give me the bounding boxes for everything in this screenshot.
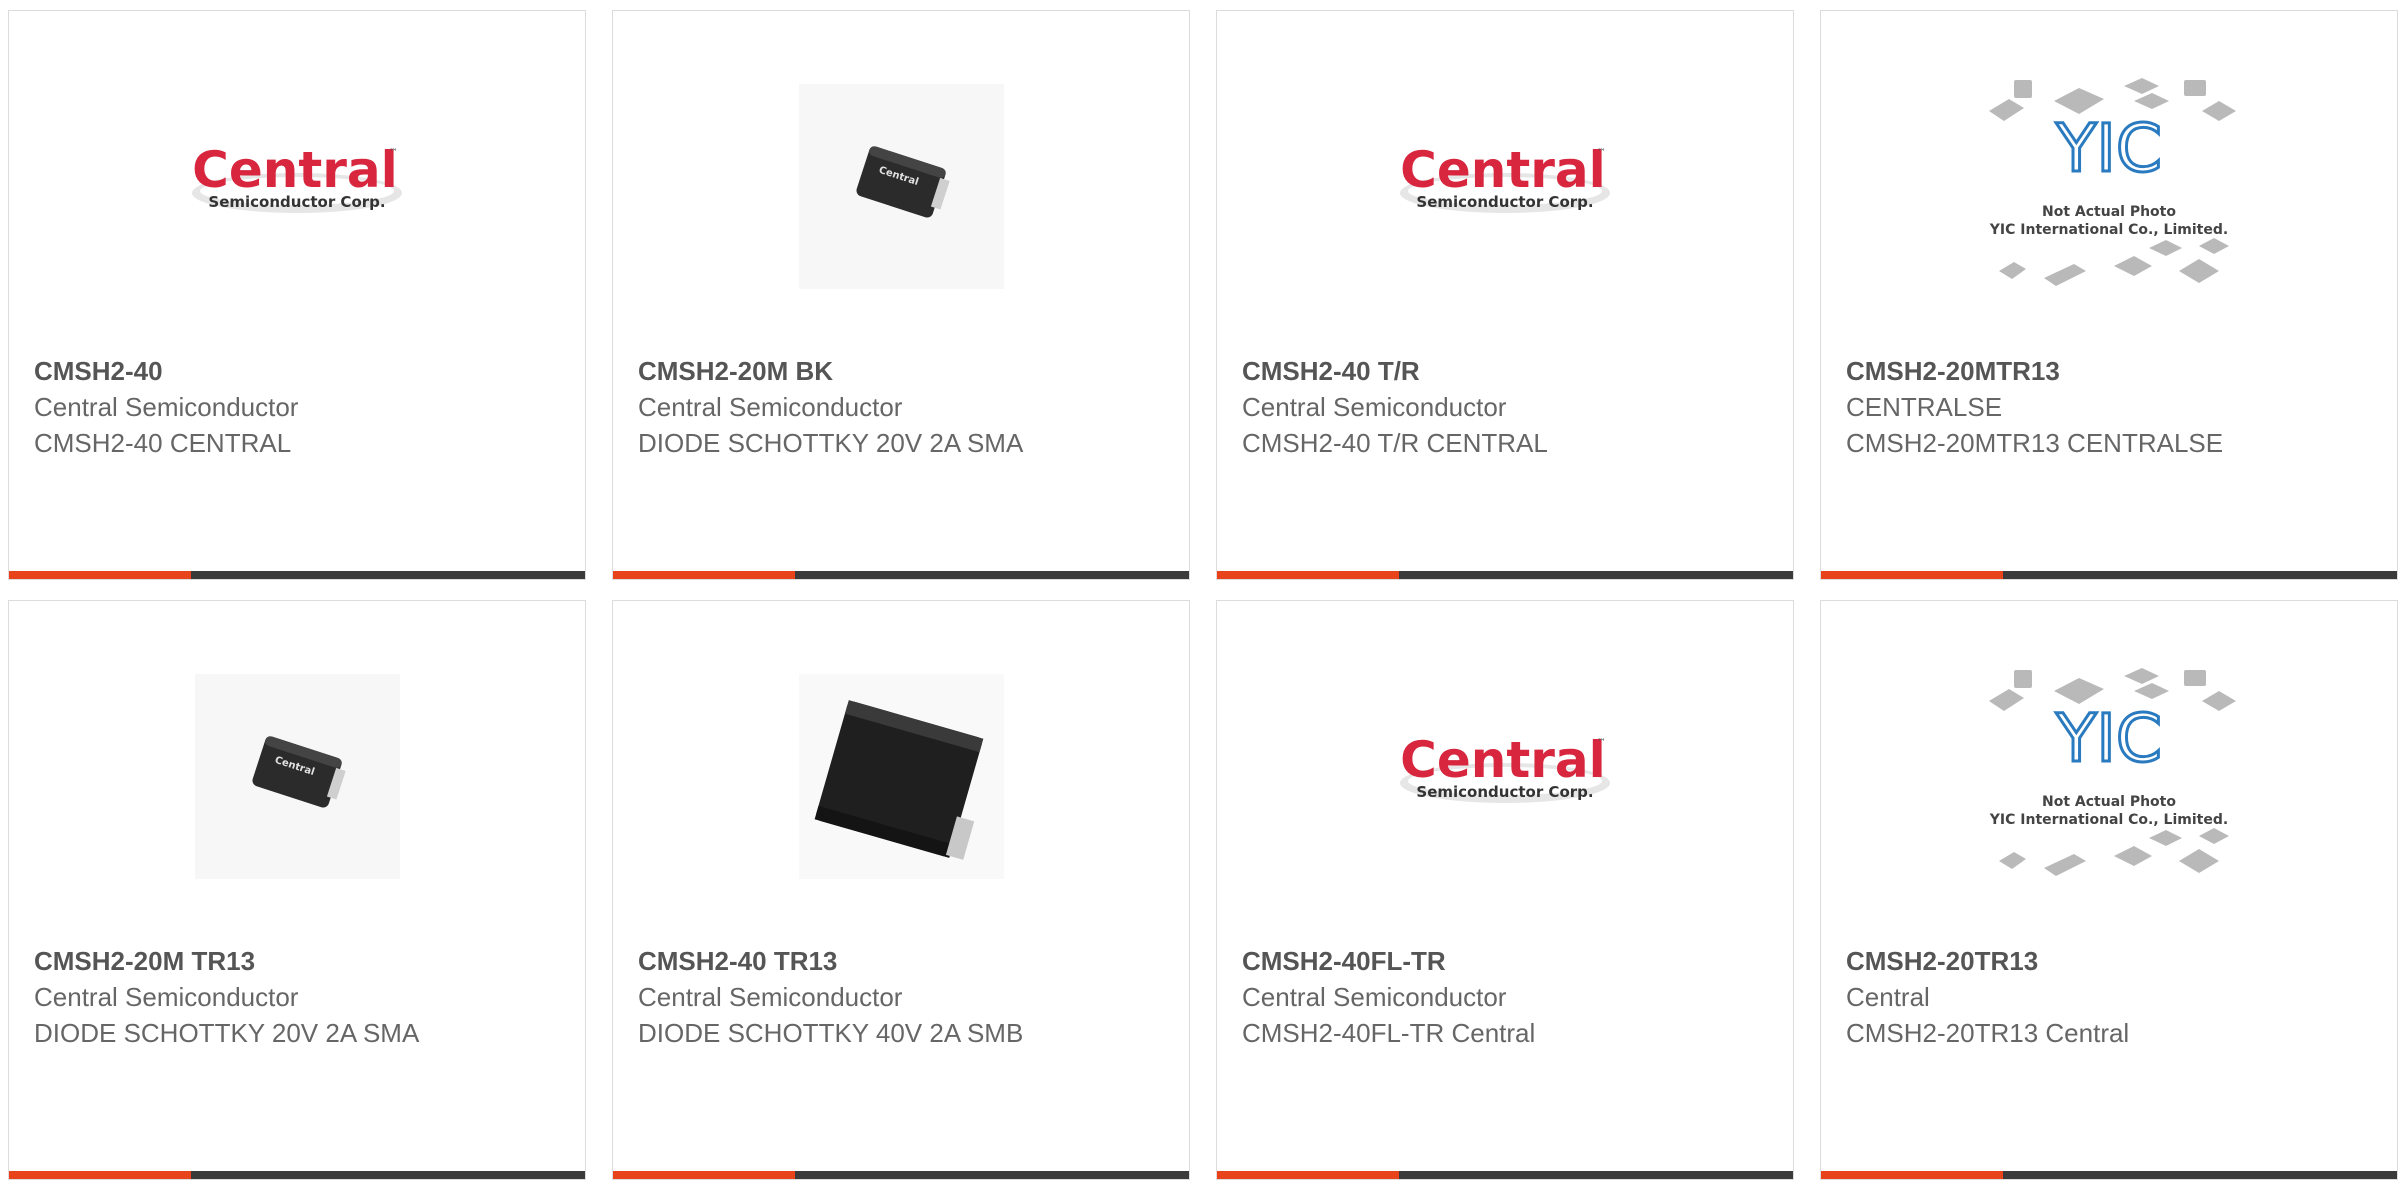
svg-text:Not Actual Photo: Not Actual Photo [2042, 204, 2176, 220]
card-accent-bar [9, 571, 191, 579]
product-grid: Central ™ Semiconductor Corp. CMSH2-40 Ce… [0, 0, 2400, 1180]
manufacturer: Central Semiconductor [34, 392, 299, 422]
card-accent-bar [9, 1171, 191, 1179]
logo-brand-text: Central [192, 141, 398, 199]
description: CMSH2-20MTR13 CENTRALSE [1846, 428, 2224, 458]
central-logo-image: Central ™ Semiconductor Corp. [1400, 731, 1610, 803]
card-bottom-bar [1821, 571, 2397, 579]
product-info: CMSH2-40 TR13 Central Semiconductor DIODE … [638, 943, 1169, 1051]
product-info: CMSH2-20M TR13 Central Semiconductor DIODE… [34, 943, 565, 1051]
card-bottom-bar [9, 571, 585, 579]
logo-sub-text: Semiconductor Corp. [1416, 783, 1593, 801]
product-info: CMSH2-40 T/R Central Semiconductor CMSH2-4… [1242, 353, 1773, 461]
svg-text:™: ™ [389, 148, 398, 158]
svg-text:YIC International Co., Limited: YIC International Co., Limited. [1989, 812, 2228, 828]
product-info: CMSH2-40FL-TR Central Semiconductor CMSH2-… [1242, 943, 1773, 1051]
part-number[interactable]: CMSH2-40FL-TR [1242, 943, 1773, 979]
card-bottom-bar [1217, 571, 1793, 579]
product-card[interactable]: Central CMSH2-20M TR13 Central Semiconduc… [8, 600, 586, 1180]
svg-text:YIC International Co., Limited: YIC International Co., Limited. [1989, 222, 2228, 238]
manufacturer: Central Semiconductor [1242, 392, 1507, 422]
product-card[interactable]: Central ™ Semiconductor Corp. CMSH2-40 T… [1216, 10, 1794, 580]
description: CMSH2-40FL-TR Central [1242, 1018, 1536, 1048]
product-info: CMSH2-20MTR13 CENTRALSE CMSH2-20MTR13 CENT… [1846, 353, 2377, 461]
product-image[interactable]: Central ™ Semiconductor Corp. [1217, 71, 1793, 301]
description: CMSH2-40 T/R CENTRAL [1242, 428, 1548, 458]
manufacturer: Central Semiconductor [34, 982, 299, 1012]
card-accent-bar [1821, 571, 2003, 579]
product-info: CMSH2-20M BK Central Semiconductor DIODE S… [638, 353, 1169, 461]
part-number[interactable]: CMSH2-40 [34, 353, 565, 389]
product-image[interactable]: Central ™ Semiconductor Corp. [1217, 661, 1793, 891]
product-card[interactable]: CMSH2-40 TR13 Central Semiconductor DIODE … [612, 600, 1190, 1180]
card-accent-bar [1821, 1171, 2003, 1179]
manufacturer: Central Semiconductor [1242, 982, 1507, 1012]
part-number[interactable]: CMSH2-40 TR13 [638, 943, 1169, 979]
part-number[interactable]: CMSH2-20M TR13 [34, 943, 565, 979]
product-info: CMSH2-20TR13 Central CMSH2-20TR13 Central [1846, 943, 2377, 1051]
sma-chip-photo: Central [798, 83, 1004, 289]
yic-placeholder-image: YIC Not Actual Photo YIC International C… [1989, 668, 2236, 876]
card-bottom-bar [613, 1171, 1189, 1179]
logo-sub-text: Semiconductor Corp. [1416, 193, 1593, 211]
yic-placeholder-image: YIC Not Actual Photo YIC International C… [1989, 78, 2236, 286]
product-image[interactable]: YIC Not Actual Photo YIC International C… [1821, 661, 2397, 891]
card-bottom-bar [613, 571, 1189, 579]
manufacturer: CENTRALSE [1846, 392, 2003, 422]
manufacturer: Central Semiconductor [638, 982, 903, 1012]
product-card[interactable]: YIC Not Actual Photo YIC International C… [1820, 600, 2398, 1180]
part-number[interactable]: CMSH2-20M BK [638, 353, 1169, 389]
central-logo-image: Central ™ Semiconductor Corp. [1400, 141, 1610, 213]
svg-text:Not Actual Photo: Not Actual Photo [2042, 794, 2176, 810]
description: CMSH2-20TR13 Central [1846, 1018, 2130, 1048]
smb-chip-photo [798, 673, 1004, 879]
product-card[interactable]: Central CMSH2-20M BK Central Semiconducto… [612, 10, 1190, 580]
product-image[interactable]: Central ™ Semiconductor Corp. [9, 71, 585, 301]
product-image[interactable] [613, 661, 1189, 891]
description: DIODE SCHOTTKY 40V 2A SMB [638, 1018, 1024, 1048]
product-image[interactable]: Central [613, 71, 1189, 301]
product-card[interactable]: YIC Not Actual Photo YIC International C… [1820, 10, 2398, 580]
description: DIODE SCHOTTKY 20V 2A SMA [638, 428, 1024, 458]
svg-text:YIC: YIC [2055, 700, 2162, 777]
product-card[interactable]: Central ™ Semiconductor Corp. CMSH2-40 Ce… [8, 10, 586, 580]
central-logo-image: Central ™ Semiconductor Corp. [192, 141, 402, 213]
logo-brand-text: Central [1400, 731, 1606, 789]
card-accent-bar [613, 1171, 795, 1179]
card-accent-bar [1217, 571, 1399, 579]
card-bottom-bar [1217, 1171, 1793, 1179]
product-image[interactable]: Central [9, 661, 585, 891]
description: CMSH2-40 CENTRAL [34, 428, 292, 458]
card-bottom-bar [9, 1171, 585, 1179]
product-image[interactable]: YIC Not Actual Photo YIC International C… [1821, 71, 2397, 301]
card-bottom-bar [1821, 1171, 2397, 1179]
sma-chip-photo: Central [194, 673, 400, 879]
svg-text:™: ™ [1597, 148, 1606, 158]
part-number[interactable]: CMSH2-20MTR13 [1846, 353, 2377, 389]
description: DIODE SCHOTTKY 20V 2A SMA [34, 1018, 420, 1048]
manufacturer: Central Semiconductor [638, 392, 903, 422]
card-accent-bar [613, 571, 795, 579]
manufacturer: Central [1846, 982, 1930, 1012]
logo-brand-text: Central [1400, 141, 1606, 199]
card-accent-bar [1217, 1171, 1399, 1179]
product-info: CMSH2-40 Central Semiconductor CMSH2-40 CE… [34, 353, 565, 461]
product-card[interactable]: Central ™ Semiconductor Corp. CMSH2-40FL… [1216, 600, 1794, 1180]
part-number[interactable]: CMSH2-20TR13 [1846, 943, 2377, 979]
part-number[interactable]: CMSH2-40 T/R [1242, 353, 1773, 389]
svg-text:YIC: YIC [2055, 110, 2162, 187]
logo-sub-text: Semiconductor Corp. [208, 193, 385, 211]
svg-text:™: ™ [1597, 738, 1606, 748]
